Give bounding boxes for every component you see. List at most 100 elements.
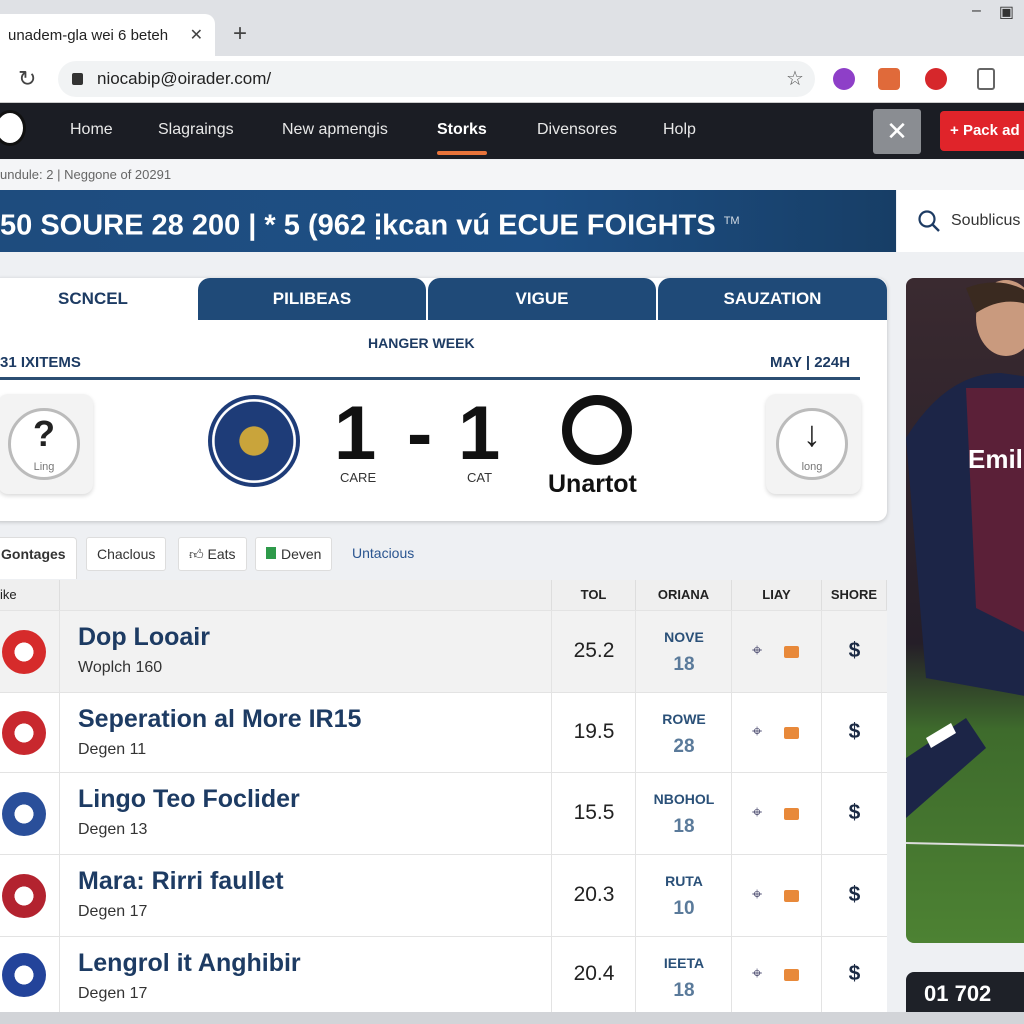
row-shore-dollar[interactable]: $ bbox=[822, 883, 887, 907]
row-shore-dollar[interactable]: $ bbox=[822, 720, 887, 744]
tab-scncel[interactable]: SCNCEL bbox=[0, 278, 196, 320]
row-oriana: IEETA bbox=[663, 955, 705, 971]
compass-icon[interactable]: ⌖ bbox=[752, 721, 762, 742]
player-figure: Emil bbox=[906, 280, 1024, 847]
extension-icon[interactable] bbox=[833, 68, 855, 90]
search-icon bbox=[918, 210, 940, 232]
col-header-liay[interactable]: LIAY bbox=[732, 580, 822, 610]
row-oriana-number: 18 bbox=[673, 980, 695, 1001]
col-header-tol[interactable]: TOL bbox=[552, 580, 636, 610]
compass-icon[interactable]: ⌖ bbox=[752, 640, 762, 661]
jersey-text: Emil bbox=[968, 444, 1023, 474]
orange-tag-icon[interactable] bbox=[784, 890, 799, 902]
row-oriana: NOVE bbox=[664, 629, 704, 645]
subtab-untacious[interactable]: Untacious bbox=[342, 537, 424, 571]
subtab-deven[interactable]: Deven bbox=[255, 537, 333, 571]
compass-icon[interactable]: ⌖ bbox=[752, 884, 762, 905]
tab-vigue[interactable]: VIGUE bbox=[428, 278, 656, 320]
away-label: CAT bbox=[467, 470, 493, 485]
nav-home[interactable]: Home bbox=[70, 103, 113, 159]
cell bbox=[732, 611, 822, 692]
table-row[interactable]: Lingo Teo Foclider Degen 13 15.5 NBOHOL 1… bbox=[0, 772, 887, 854]
site-nav bbox=[0, 103, 1024, 159]
row-name[interactable]: Seperation al More IR15 bbox=[78, 705, 361, 734]
table-row[interactable]: Dop Looair Woplch 160 25.2 NOVE 18 ⌖ $ bbox=[0, 610, 887, 692]
row-name[interactable]: Dop Looair bbox=[78, 623, 210, 652]
row-name[interactable]: Lengrol it Anghibir bbox=[78, 949, 301, 978]
orange-tag-icon[interactable] bbox=[784, 808, 799, 820]
row-oriana-number: 18 bbox=[673, 654, 695, 675]
trademark: TM bbox=[723, 215, 740, 227]
subtab-chaclous[interactable]: Chaclous bbox=[86, 537, 167, 571]
extension-icon[interactable] bbox=[878, 68, 900, 90]
extension-icon[interactable] bbox=[925, 68, 947, 90]
breadcrumb: undule: 2 | Neggone of 20291 bbox=[0, 160, 1024, 190]
nav-slagraings[interactable]: Slagraings bbox=[158, 103, 234, 159]
download-label: long bbox=[801, 461, 823, 473]
row-name[interactable]: Lingo Teo Foclider bbox=[78, 785, 300, 814]
headline-banner: 50 SOURE 28 200 | * 5 (962 ịkcan vú ECUE… bbox=[0, 190, 896, 252]
new-tab-icon[interactable]: + bbox=[233, 20, 247, 48]
col-header-shore[interactable]: SHORE bbox=[822, 580, 887, 610]
search-input[interactable]: Soublicus bbox=[897, 190, 1024, 252]
row-oriana-number: 18 bbox=[673, 816, 695, 837]
orange-tag-icon[interactable] bbox=[784, 727, 799, 739]
table-row[interactable]: Mara: Rirri faullet Degen 17 20.3 RUTA 10… bbox=[0, 854, 887, 936]
subtab-eats[interactable]: 👍︎ Eats bbox=[178, 537, 247, 571]
row-tol: 19.5 bbox=[573, 720, 615, 743]
col-header-oriana[interactable]: ORIANA bbox=[636, 580, 732, 610]
reload-icon[interactable]: ↻ bbox=[18, 66, 36, 92]
home-score: 1 bbox=[334, 391, 377, 476]
row-subtitle: Degen 13 bbox=[78, 821, 148, 838]
row-subtitle: Degen 17 bbox=[78, 985, 148, 1002]
row-shore-dollar[interactable]: $ bbox=[822, 639, 887, 663]
row-shore-dollar[interactable]: $ bbox=[822, 801, 887, 825]
tab-pilibeas[interactable]: PILIBEAS bbox=[198, 278, 426, 320]
table-row[interactable]: Lengrol it Anghibir Degen 17 20.4 IEETA 1… bbox=[0, 936, 887, 1012]
team-crest bbox=[2, 953, 46, 997]
pack-ad-button[interactable]: + Pack ad bbox=[940, 111, 1024, 151]
nav-holp[interactable]: Holp bbox=[663, 103, 696, 159]
nav-new-apmengis[interactable]: New apmengis bbox=[282, 103, 388, 159]
cell bbox=[732, 773, 822, 854]
col-header[interactable]: ike bbox=[0, 580, 60, 610]
subtab-label: Deven bbox=[281, 546, 322, 562]
nav-storks[interactable]: Storks bbox=[437, 103, 487, 159]
window-controls: – ▣ bbox=[972, 2, 1014, 22]
bookmark-star-icon[interactable]: ☆ bbox=[786, 66, 804, 91]
browser-tab[interactable]: unadem-gla wei 6 beteh ✕ bbox=[0, 14, 215, 56]
green-square-icon bbox=[266, 547, 276, 559]
banner-title: 50 SOURE 28 200 | * 5 (962 ịkcan vú ECUE… bbox=[0, 209, 716, 242]
tab-title: unadem-gla wei 6 beteh bbox=[8, 26, 169, 44]
compass-icon[interactable]: ⌖ bbox=[752, 963, 762, 984]
compass-icon[interactable]: ⌖ bbox=[752, 802, 762, 823]
lock-icon bbox=[72, 73, 83, 85]
orange-tag-icon[interactable] bbox=[784, 969, 799, 981]
help-button[interactable]: ? Ling bbox=[0, 394, 93, 494]
row-subtitle: Woplch 160 bbox=[78, 659, 163, 676]
table-row[interactable]: Seperation al More IR15 Degen 11 19.5 RO… bbox=[0, 692, 887, 772]
items-count: 31 IXITEMS bbox=[0, 354, 81, 371]
download-button[interactable]: ↓ long bbox=[766, 394, 861, 494]
orange-tag-icon[interactable] bbox=[784, 646, 799, 658]
minimize-icon[interactable]: – bbox=[972, 2, 981, 22]
url-input[interactable]: niocabip@oirader.com/ bbox=[58, 61, 815, 97]
home-team-crest bbox=[208, 395, 300, 487]
subtab-gontages[interactable]: Gontages bbox=[0, 537, 77, 579]
row-shore-dollar[interactable]: $ bbox=[822, 962, 887, 986]
player-photo: Emil bbox=[906, 278, 1024, 943]
close-tab-icon[interactable]: ✕ bbox=[190, 25, 203, 45]
col-header-blank bbox=[60, 580, 552, 610]
score-separator: - bbox=[407, 391, 433, 476]
nav-divensores[interactable]: Divensores bbox=[537, 103, 617, 159]
horizontal-scrollbar[interactable] bbox=[0, 1012, 1024, 1024]
search-placeholder: Soublicus bbox=[951, 212, 1021, 229]
tab-sauzation[interactable]: SAUZATION bbox=[658, 278, 887, 320]
row-oriana: NBOHOL bbox=[653, 791, 715, 807]
close-button[interactable]: ✕ bbox=[873, 109, 921, 154]
maximize-icon[interactable]: ▣ bbox=[999, 2, 1014, 22]
clipboard-icon[interactable] bbox=[977, 68, 995, 90]
row-name[interactable]: Mara: Rirri faullet bbox=[78, 867, 284, 896]
row-tol: 20.4 bbox=[573, 962, 615, 985]
row-oriana: RUTA bbox=[665, 873, 703, 889]
